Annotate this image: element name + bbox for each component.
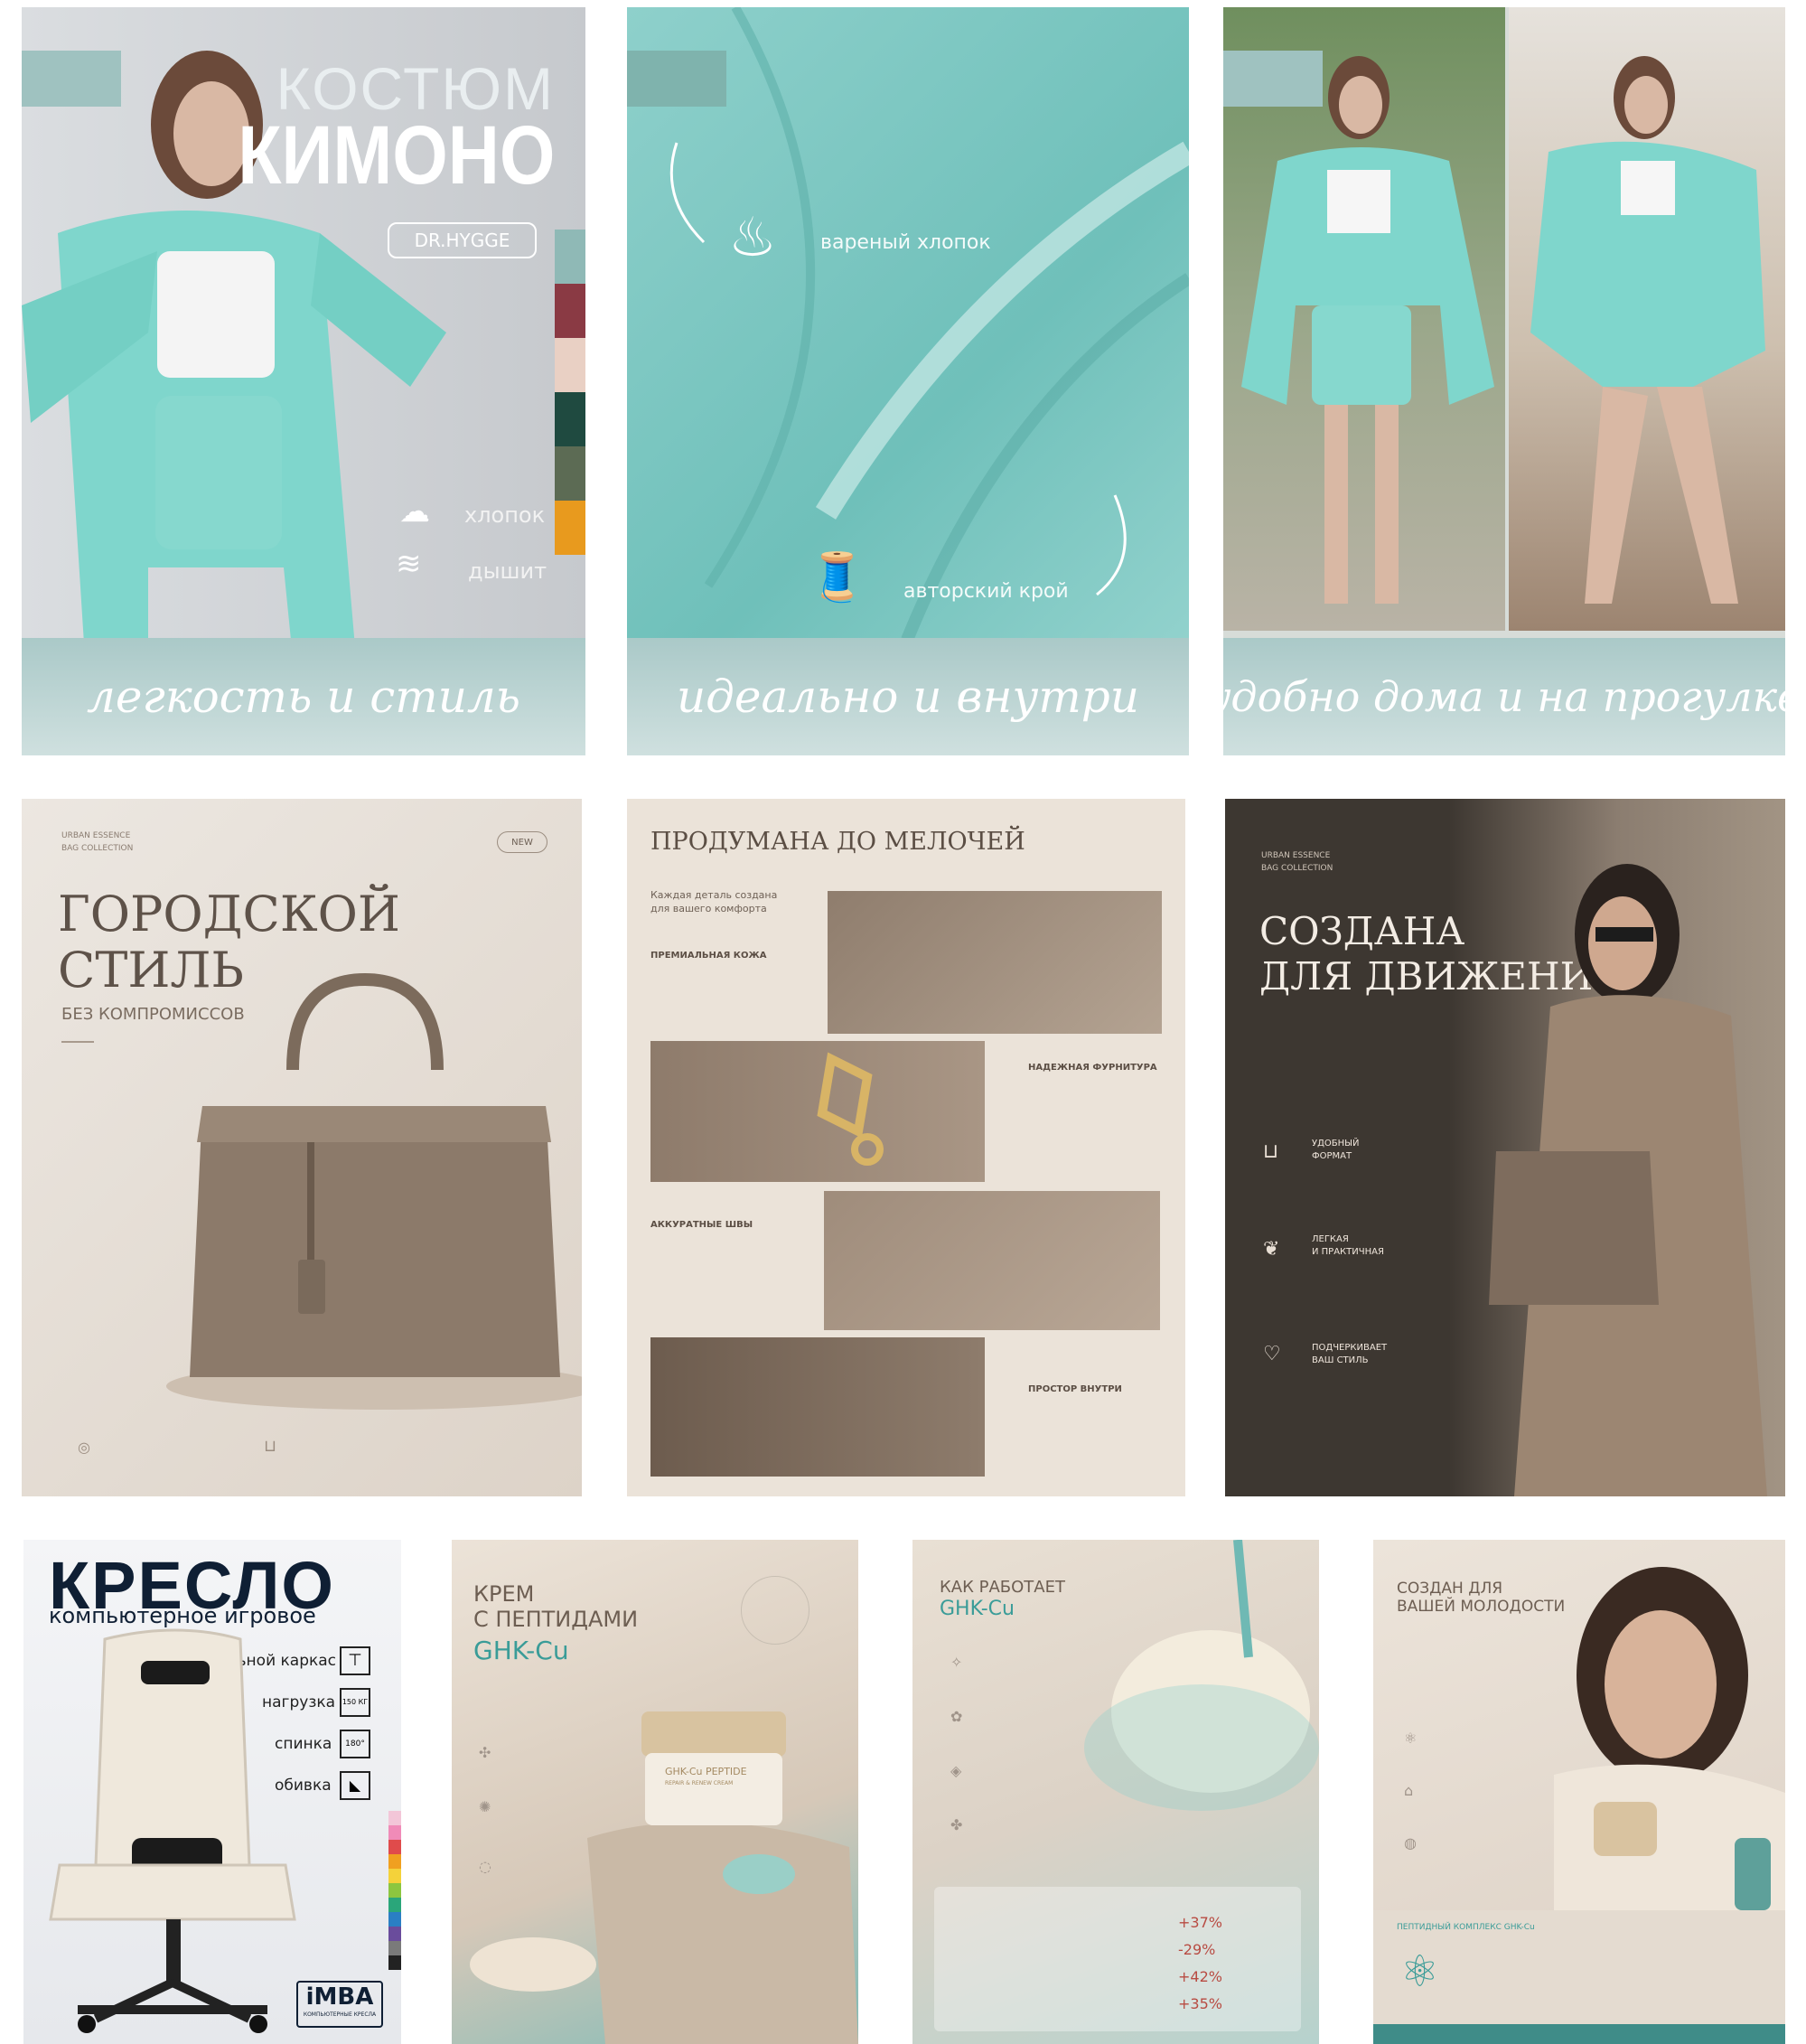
color-swatch[interactable] bbox=[555, 501, 585, 555]
kimono-title-main: КИМОНО bbox=[237, 109, 555, 202]
cream-card-1[interactable]: КРЕМ С ПЕПТИДАМИ GHK-Cu ✣ ✺ ◌ GHK-Cu PEP… bbox=[452, 1540, 858, 2044]
color-swatch[interactable] bbox=[555, 284, 585, 338]
color-swatch[interactable] bbox=[555, 338, 585, 392]
gaming-chair-image bbox=[49, 1628, 296, 2033]
cream-jar-image bbox=[470, 1711, 858, 2044]
color-swatch[interactable] bbox=[388, 1912, 401, 1927]
detail-label-interior: ПРОСТОР ВНУТРИ bbox=[1028, 1384, 1122, 1394]
jar-label: GHK-Cu PEPTIDE bbox=[665, 1766, 747, 1777]
color-swatch[interactable] bbox=[388, 1840, 401, 1854]
brand-logo: DR.HYGGE bbox=[388, 222, 537, 258]
bag3-feature-1b: ФОРМАТ bbox=[1312, 1151, 1352, 1161]
fabric-folds bbox=[669, 7, 1189, 640]
bag-card-3[interactable]: URBAN ESSENCE BAG COLLECTION СОЗДАНА ДЛЯ… bbox=[1225, 799, 1785, 1496]
molecule-icon: ⚛ bbox=[1400, 1946, 1440, 1997]
bag3-feature-2: ЛЕГКАЯ bbox=[1312, 1234, 1349, 1244]
color-swatch[interactable] bbox=[555, 446, 585, 501]
bag-icon: ⊔ bbox=[264, 1437, 277, 1456]
kimono-card-2[interactable]: ♨ вареный хлопок 🧵 авторский крой идеаль… bbox=[627, 7, 1189, 755]
detail-photo-corner bbox=[828, 891, 1162, 1034]
bag-card-1[interactable]: URBAN ESSENCE BAG COLLECTION NEW ГОРОДСК… bbox=[22, 799, 582, 1496]
stat-2: -29% bbox=[1178, 1941, 1216, 1958]
benefit-icon-2: ⌂ bbox=[1404, 1782, 1414, 1799]
cream-card-3[interactable]: СОЗДАН ДЛЯ ВАШЕЙ МОЛОДОСТИ ⚛ ⌂ ◍ ПЕПТИДН… bbox=[1373, 1540, 1785, 2044]
benefit-icon-3: ◍ bbox=[1404, 1834, 1417, 1852]
color-swatch[interactable] bbox=[555, 392, 585, 446]
color-swatch[interactable] bbox=[388, 1927, 401, 1941]
color-swatch[interactable] bbox=[388, 1898, 401, 1912]
color-swatch[interactable] bbox=[388, 1811, 401, 1825]
quality-icon: ◎ bbox=[78, 1439, 90, 1456]
bag3-feature-2b: И ПРАКТИЧНАЯ bbox=[1312, 1247, 1384, 1257]
brand-tagline: КОМПЬЮТЕРНЫЕ КРЕСЛА bbox=[303, 2011, 377, 2018]
feature-cut: авторский крой bbox=[903, 580, 1069, 603]
detail-photo-buckle bbox=[650, 1041, 985, 1182]
boiled-cotton-icon: ♨ bbox=[728, 206, 777, 269]
detail-label-seams: АККУРАТНЫЕ ШВЫ bbox=[650, 1220, 753, 1230]
bag3-feature-1: УДОБНЫЙ bbox=[1312, 1139, 1360, 1149]
cotton-icon: ☁ bbox=[399, 493, 430, 530]
effect-icon-1: ✧ bbox=[950, 1654, 963, 1671]
color-swatch[interactable] bbox=[388, 1854, 401, 1869]
stat-4: +35% bbox=[1178, 1995, 1222, 2012]
stat-1: +37% bbox=[1178, 1914, 1222, 1931]
color-swatch[interactable] bbox=[388, 1941, 401, 1955]
bag3-feature-3b: ВАШ СТИЛЬ bbox=[1312, 1355, 1369, 1365]
heart-icon: ♡ bbox=[1263, 1343, 1281, 1365]
details-intro-1: Каждая деталь создана bbox=[650, 889, 778, 901]
bag-card-2[interactable]: ПРОДУМАНА ДО МЕЛОЧЕЙ Каждая деталь созда… bbox=[627, 799, 1185, 1496]
chair-color-swatches bbox=[388, 1811, 401, 1970]
stat-panel bbox=[934, 1887, 1301, 2031]
model-figures bbox=[1241, 56, 1765, 604]
kimono-card-1[interactable]: КОСТЮМ КИМОНО DR.HYGGE ☁ хлопок ≋ дышит … bbox=[22, 7, 585, 755]
chair-card[interactable]: КРЕСЛО компьютерное игровое стальной кар… bbox=[23, 1540, 401, 2044]
effect-icon-2: ✿ bbox=[950, 1708, 963, 1725]
kimono-banner-3: удобно дома и на прогулке bbox=[1223, 638, 1785, 755]
color-swatch[interactable] bbox=[388, 1869, 401, 1883]
color-swatch[interactable] bbox=[388, 1825, 401, 1840]
kimono-banner-1: легкость и стиль bbox=[22, 638, 585, 755]
brand-name: iMBA bbox=[305, 1983, 374, 2011]
detail-photo-seam bbox=[824, 1191, 1160, 1330]
bag-format-icon: ⊔ bbox=[1263, 1140, 1279, 1163]
kimono-banner-2: идеально и внутри bbox=[627, 638, 1189, 755]
color-swatch[interactable] bbox=[555, 230, 585, 284]
teal-footer bbox=[1373, 2024, 1785, 2044]
feature-boiled-cotton: вареный хлопок bbox=[820, 231, 991, 254]
leaf-icon: ❦ bbox=[1263, 1238, 1280, 1261]
details-title: ПРОДУМАНА ДО МЕЛОЧЕЙ bbox=[650, 828, 1025, 856]
jar-subtitle: REPAIR & RENEW CREAM bbox=[665, 1780, 734, 1786]
effect-icon-3: ◈ bbox=[950, 1762, 962, 1779]
color-swatches bbox=[555, 230, 585, 555]
feature-breathes: дышит bbox=[468, 558, 547, 584]
stat-3: +42% bbox=[1178, 1968, 1222, 1985]
color-swatch[interactable] bbox=[388, 1883, 401, 1898]
handbag-image bbox=[166, 972, 582, 1410]
detail-label-leather: ПРЕМИАЛЬНАЯ КОЖА bbox=[650, 951, 767, 961]
cream-card-2[interactable]: КАК РАБОТАЕТ GHK-Cu ✧ ✿ ◈ ✤ +37% -29% +4… bbox=[912, 1540, 1319, 2044]
feature-cotton: хлопок bbox=[464, 502, 546, 528]
bag3-feature-3: ПОДЧЕРКИВАЕТ bbox=[1312, 1343, 1388, 1353]
details-intro-2: для вашего комфорта bbox=[650, 903, 767, 914]
air-icon: ≋ bbox=[396, 546, 422, 582]
detail-photo-interior bbox=[650, 1337, 985, 1477]
color-swatch[interactable] bbox=[388, 1955, 401, 1970]
product-card-gallery: КОСТЮМ КИМОНО DR.HYGGE ☁ хлопок ≋ дышит … bbox=[0, 0, 1806, 2044]
model-with-bag bbox=[1489, 864, 1767, 1496]
benefit-icon-1: ⚛ bbox=[1404, 1730, 1418, 1747]
detail-label-hardware: НАДЕЖНАЯ ФУРНИТУРА bbox=[1028, 1063, 1157, 1073]
kimono-card-3[interactable]: удобно дома и на прогулке bbox=[1223, 7, 1785, 755]
effect-icon-4: ✤ bbox=[950, 1816, 963, 1833]
thread-icon: 🧵 bbox=[808, 550, 866, 605]
imba-logo: iMBA КОМПЬЮТЕРНЫЕ КРЕСЛА bbox=[296, 1981, 383, 2028]
brand-name: DR.HYGGE bbox=[414, 230, 510, 251]
complex-title: ПЕПТИДНЫЙ КОМПЛЕКС GHK-Cu bbox=[1397, 1923, 1535, 1932]
